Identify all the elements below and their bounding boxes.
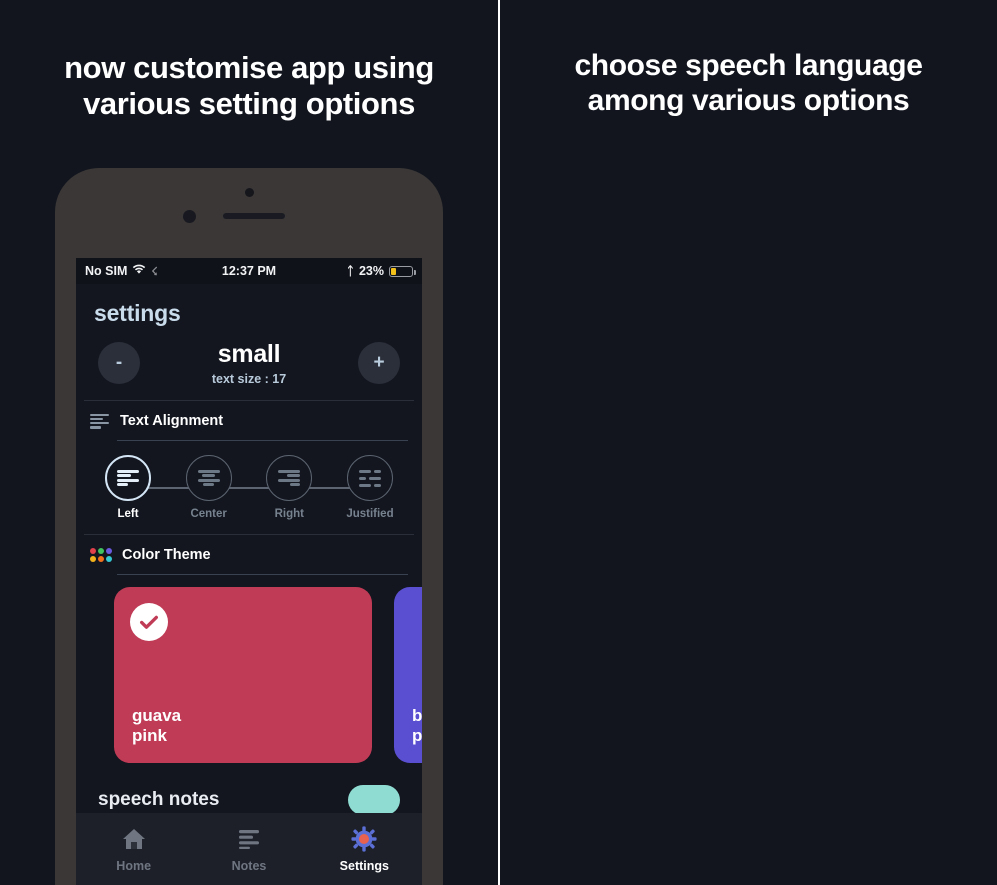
increase-text-size-button[interactable]: + [358,342,400,384]
alignment-option-justified[interactable]: Justified [342,455,398,520]
sensor-icon [183,210,196,223]
alignment-option-center[interactable]: Center [181,455,237,520]
carrier-label: No SIM [85,264,128,278]
align-left-icon [105,455,151,501]
text-size-detail: text size : 17 [211,372,287,386]
tab-settings[interactable]: Settings [307,825,422,873]
status-left-group: No SIM ☇ [85,264,158,278]
right-headline: choose speech language among various opt… [500,49,997,119]
text-size-control: - small text size : 17 + [76,327,422,400]
text-alignment-title: Text Alignment [120,413,224,429]
wifi-icon [132,264,146,278]
speaker-grill [223,213,285,219]
notes-icon [191,826,306,852]
text-size-readout: small text size : 17 [140,340,358,386]
left-phone-screen: No SIM ☇ 12:37 PM ᛏ 23% settings - small… [76,258,422,885]
decrease-text-size-button[interactable]: - [98,342,140,384]
color-card-label: guava pink [132,706,181,747]
alignment-label: Left [117,508,139,520]
color-dots-icon [90,548,112,562]
page-title: settings [94,300,181,326]
gear-icon [307,825,422,852]
color-card-line2: p [412,726,422,746]
tab-notes[interactable]: Notes [191,826,306,873]
alignment-label: Center [190,508,227,520]
left-status-bar: No SIM ☇ 12:37 PM ᛏ 23% [76,258,422,284]
alignment-option-left[interactable]: Left [100,455,156,520]
right-headline-line1: choose speech language [574,49,923,82]
tab-label: Settings [339,858,389,873]
tab-label: Home [116,858,152,873]
location-icon: ☇ [151,265,158,278]
align-justified-icon [346,455,393,501]
right-headline-line2: among various options [587,83,910,117]
speech-notes-row[interactable]: speech notes [76,777,422,815]
battery-percent: 23% [358,264,384,278]
color-card-line2: pink [132,726,167,746]
battery-icon [389,265,416,277]
color-card-secondary[interactable]: b p [394,587,422,763]
align-center-icon [185,455,232,501]
left-headline-line1: now customise app using [64,50,434,85]
alignment-option-right[interactable]: Right [261,455,317,520]
tab-label: Notes [231,858,267,873]
screenshot-stage: now customise app using various setting … [0,0,997,885]
home-icon [76,826,191,852]
align-right-icon [266,455,313,501]
color-theme-cards: guava pink b p [76,575,422,763]
camera-icon [245,188,254,197]
text-size-name: small [217,340,281,368]
right-panel: choose speech language among various opt… [500,0,997,885]
left-phone-frame: No SIM ☇ 12:37 PM ᛏ 23% settings - small… [55,168,443,885]
color-card-label: b p [412,706,422,747]
status-right-group: ᛏ 23% [346,264,416,278]
color-theme-title: Color Theme [122,547,211,563]
text-alignment-header: Text Alignment [76,401,422,440]
left-headline-line2: various setting options [83,85,415,121]
tab-bar: Home Notes Settings [76,813,422,885]
speech-notes-label: speech notes [98,789,220,810]
alignment-label: Justified [346,508,394,520]
alignment-label: Right [274,508,304,520]
left-headline: now customise app using various setting … [0,50,498,122]
text-align-icon [90,413,109,429]
left-panel: now customise app using various setting … [0,0,498,885]
speech-notes-toggle[interactable] [348,785,400,815]
color-card-line1: guava [132,705,182,725]
bluetooth-icon: ᛏ [346,264,354,278]
color-card-guava-pink[interactable]: guava pink [114,587,372,763]
color-card-line1: b [412,705,422,725]
check-icon [130,603,168,641]
tab-home[interactable]: Home [76,826,191,873]
alignment-options: Left Center Right Justified [76,441,422,528]
color-theme-header: Color Theme [76,535,422,574]
